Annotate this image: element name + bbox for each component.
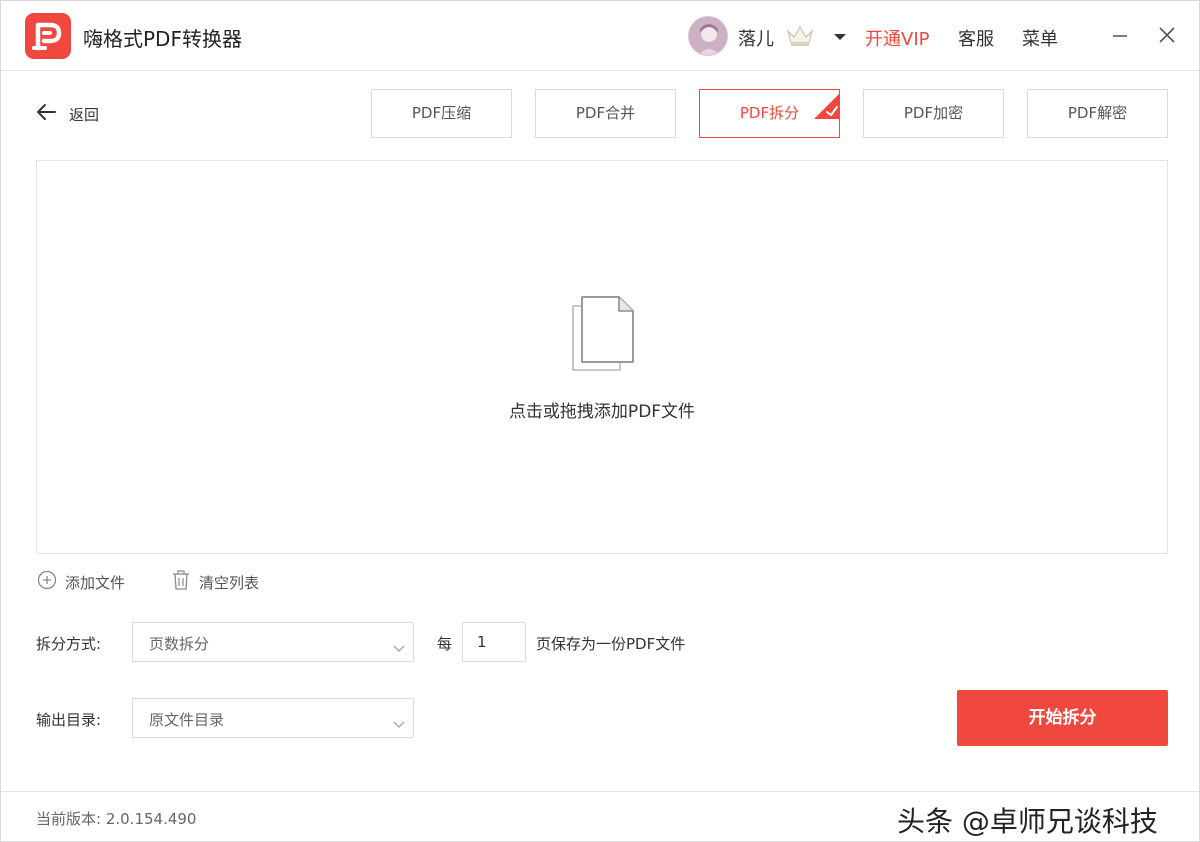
output-dir-select[interactable]: 原文件目录 [132,698,414,738]
split-mode-value: 页数拆分 [149,635,210,653]
app-title: 嗨格式PDF转换器 [83,27,242,51]
tab-pdf-split-label: PDF拆分 [739,104,800,122]
close-icon[interactable] [1157,25,1177,49]
output-dir-label: 输出目录: [36,711,102,729]
clear-list-button[interactable]: 清空列表 [171,569,260,595]
clear-list-label: 清空列表 [199,573,260,592]
crown-icon [785,23,815,51]
user-dropdown-icon[interactable] [833,27,847,46]
per-suffix-label: 页保存为一份PDF文件 [536,635,686,653]
watermark-text: 头条 @卓师兄谈科技 [897,805,1158,838]
split-mode-label: 拆分方式: [36,635,102,653]
tab-pdf-merge[interactable]: PDF合并 [535,89,676,138]
output-dir-value: 原文件目录 [149,711,225,729]
back-button[interactable]: 返回 [35,101,99,127]
tab-pdf-compress[interactable]: PDF压缩 [371,89,512,138]
title-bar: 嗨格式PDF转换器 落儿 开通VIP 客服 菜单 [1,1,1199,71]
documents-icon [570,294,636,378]
user-name[interactable]: 落儿 [738,25,774,51]
tab-pdf-encrypt[interactable]: PDF加密 [863,89,1004,138]
file-drop-zone[interactable]: 点击或拖拽添加PDF文件 [36,160,1168,554]
start-split-button[interactable]: 开始拆分 [957,690,1168,746]
chevron-down-icon [393,638,405,657]
menu-link[interactable]: 菜单 [1022,25,1058,51]
tab-pdf-split[interactable]: PDF拆分 [699,89,840,138]
customer-service-link[interactable]: 客服 [958,25,994,51]
minimize-icon[interactable] [1111,27,1129,49]
check-corner-icon [814,91,839,137]
footer: 当前版本: 2.0.154.490 头条 @卓师兄谈科技 [1,791,1199,841]
plus-circle-icon [37,570,57,594]
app-window: 嗨格式PDF转换器 落儿 开通VIP 客服 菜单 返回 PDF压缩 PDF合并 … [0,0,1200,842]
chevron-down-icon [393,714,405,733]
add-file-label: 添加文件 [65,573,126,592]
app-logo-icon [25,13,71,59]
pages-per-file-input[interactable]: 1 [462,622,526,662]
arrow-left-icon [35,102,57,126]
add-file-button[interactable]: 添加文件 [37,570,126,594]
split-mode-select[interactable]: 页数拆分 [132,622,414,662]
tab-pdf-decrypt[interactable]: PDF解密 [1027,89,1168,138]
user-avatar[interactable] [688,16,728,56]
trash-icon [171,569,191,595]
version-text: 当前版本: 2.0.154.490 [36,810,197,828]
drop-hint: 点击或拖拽添加PDF文件 [508,402,696,422]
per-label: 每 [437,635,453,653]
back-label: 返回 [69,105,100,124]
open-vip-link[interactable]: 开通VIP [865,25,929,51]
